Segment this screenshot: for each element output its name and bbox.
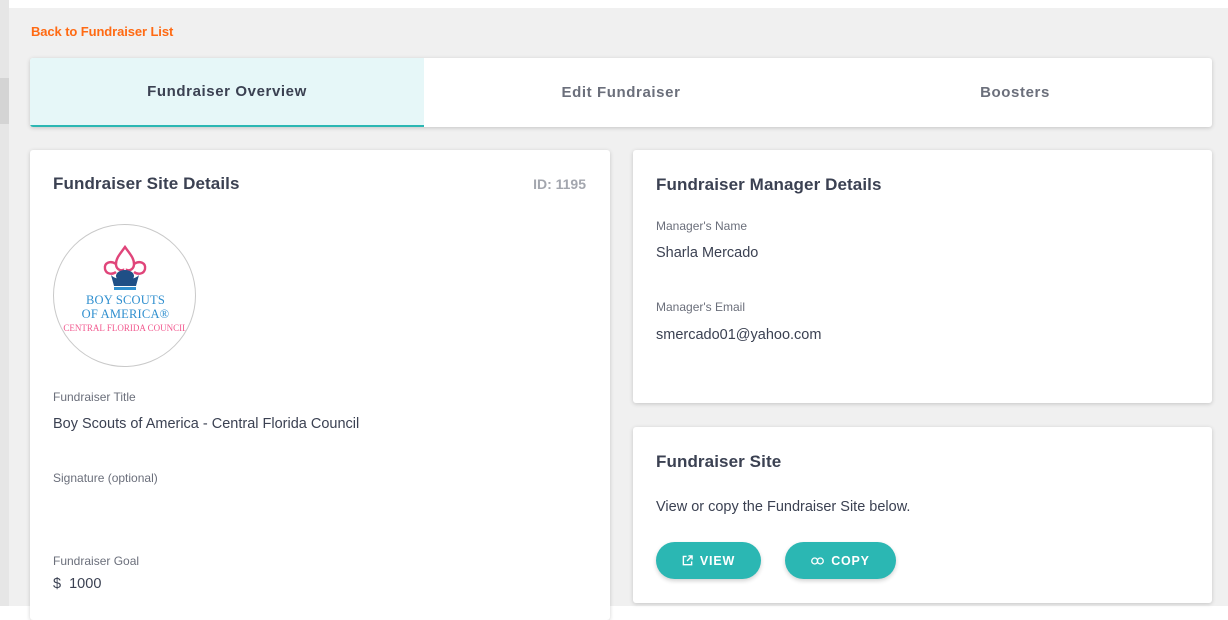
fundraiser-logo: BOY SCOUTS OF AMERICA® CENTRAL FLORIDA C… <box>53 224 196 367</box>
copy-site-button[interactable]: COPY <box>785 542 896 579</box>
copy-button-label: COPY <box>831 553 870 568</box>
tab-edit-fundraiser[interactable]: Edit Fundraiser <box>424 58 818 127</box>
signature-label: Signature (optional) <box>53 471 158 485</box>
fleur-de-lis-emblem-icon <box>103 245 147 290</box>
logo-text-line1: BOY SCOUTS <box>86 293 165 307</box>
manager-email-value: smercado01@yahoo.com <box>656 327 822 343</box>
fundraiser-site-details-card: Fundraiser Site Details ID: 1195 BOY SCO… <box>30 150 610 620</box>
view-button-label: VIEW <box>699 553 736 568</box>
manager-name-value: Sharla Mercado <box>656 245 759 261</box>
tab-boosters[interactable]: Boosters <box>818 58 1212 127</box>
fundraiser-title-label: Fundraiser Title <box>53 390 136 404</box>
site-details-title: Fundraiser Site Details <box>53 174 240 193</box>
manager-name-label: Manager's Name <box>656 219 747 233</box>
fundraiser-site-title: Fundraiser Site <box>656 452 782 471</box>
fundraiser-site-description: View or copy the Fundraiser Site below. <box>656 499 911 515</box>
main-content: Back to Fundraiser List Fundraiser Overv… <box>9 8 1228 620</box>
tab-fundraiser-overview[interactable]: Fundraiser Overview <box>30 58 424 127</box>
left-side-strip <box>0 0 9 606</box>
logo-text-line3: CENTRAL FLORIDA COUNCIL <box>63 323 188 333</box>
fundraiser-site-card: Fundraiser Site View or copy the Fundrai… <box>633 427 1212 603</box>
view-site-button[interactable]: VIEW <box>656 542 761 579</box>
fundraiser-goal-value: $ 1000 <box>53 576 102 592</box>
link-icon <box>811 556 825 565</box>
fundraiser-manager-details-card: Fundraiser Manager Details Manager's Nam… <box>633 150 1212 403</box>
tab-bar: Fundraiser Overview Edit Fundraiser Boos… <box>30 58 1212 127</box>
manager-email-label: Manager's Email <box>656 300 745 314</box>
logo-text-line2: OF AMERICA® <box>81 307 170 321</box>
fundraiser-goal-label: Fundraiser Goal <box>53 554 140 568</box>
manager-details-title: Fundraiser Manager Details <box>656 175 882 194</box>
back-to-fundraiser-list-link[interactable]: Back to Fundraiser List <box>31 24 173 39</box>
fundraiser-id: ID: 1195 <box>533 176 586 192</box>
fundraiser-title-value: Boy Scouts of America - Central Florida … <box>53 416 360 432</box>
left-strip-notch <box>0 78 9 124</box>
external-link-icon <box>682 555 693 566</box>
